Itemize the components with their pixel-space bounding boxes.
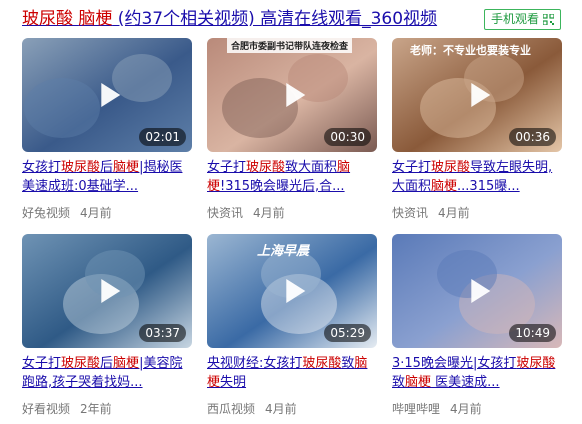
title-text: !315晚会曝光后,合... bbox=[220, 179, 345, 194]
title-keyword: 玻尿酸 bbox=[516, 356, 556, 371]
video-source: 好兔视频 bbox=[22, 206, 71, 220]
video-card[interactable]: 03:37 女子打玻尿酸后脑梗|美容院跑路,孩子哭着找妈... 好看视频 2年前 bbox=[22, 234, 192, 424]
title-text: 后 bbox=[100, 160, 114, 175]
video-source: 好看视频 bbox=[22, 402, 71, 416]
title-text: 女子打 bbox=[392, 160, 432, 175]
title-text: 3·15晚会曝光|女孩打 bbox=[392, 356, 517, 371]
title-keyword: 脑梗 bbox=[431, 179, 458, 194]
title-text: 致大面积 bbox=[285, 160, 338, 175]
video-card[interactable]: 10:49 3·15晚会曝光|女孩打玻尿酸致脑梗 医美速成... 哔哩哔哩 4月前 bbox=[392, 234, 562, 424]
title-keyword: 脑梗 bbox=[113, 160, 140, 175]
video-time: 4月前 bbox=[80, 206, 112, 220]
video-meta: 好看视频 2年前 bbox=[22, 400, 122, 417]
video-meta: 快资讯 4月前 bbox=[207, 204, 295, 221]
video-duration: 02:01 bbox=[139, 128, 186, 146]
video-time: 4月前 bbox=[438, 206, 470, 220]
video-source: 快资讯 bbox=[207, 206, 244, 220]
video-time: 4月前 bbox=[253, 206, 285, 220]
video-thumbnail[interactable]: 上海早晨 05:29 bbox=[207, 234, 377, 348]
play-icon[interactable] bbox=[99, 278, 121, 304]
video-meta: 西瓜视频 4月前 bbox=[207, 400, 307, 417]
video-meta: 哔哩哔哩 4月前 bbox=[392, 400, 492, 417]
video-meta: 快资讯 4月前 bbox=[392, 204, 480, 221]
title-text: 医美速成... bbox=[431, 375, 500, 390]
video-card[interactable]: 上海早晨 05:29 央视财经:女孩打玻尿酸致脑梗失明西瓜视频 4月前 bbox=[207, 234, 377, 424]
play-icon[interactable] bbox=[469, 82, 491, 108]
title-keyword: 玻尿酸 bbox=[246, 160, 286, 175]
qr-code-icon bbox=[543, 14, 554, 25]
title-keyword: 玻尿酸 bbox=[61, 160, 101, 175]
video-title-link[interactable]: 央视财经:女孩打玻尿酸致脑梗失明 bbox=[207, 354, 377, 392]
title-keyword: 玻尿酸 bbox=[431, 160, 471, 175]
video-thumbnail[interactable]: 03:37 bbox=[22, 234, 192, 348]
video-card[interactable]: 老师：不专业也要装专业 00:36 女子打玻尿酸导致左眼失明,大面积脑梗...315… bbox=[392, 38, 562, 228]
title-keyword: 脑梗 bbox=[405, 375, 432, 390]
video-duration: 03:37 bbox=[139, 324, 186, 342]
title-keyword-1: 玻尿酸 bbox=[22, 9, 73, 29]
title-text: 央视财经:女孩打 bbox=[207, 356, 303, 371]
video-title-link[interactable]: 3·15晚会曝光|女孩打玻尿酸致脑梗 医美速成... bbox=[392, 354, 562, 392]
video-source: 哔哩哔哩 bbox=[392, 402, 441, 416]
play-icon[interactable] bbox=[284, 82, 306, 108]
mobile-watch-button[interactable]: 手机观看 bbox=[483, 9, 561, 30]
title-keyword-2: 脑梗 bbox=[78, 9, 113, 29]
title-keyword: 脑梗 bbox=[113, 356, 140, 371]
video-thumbnail[interactable]: 老师：不专业也要装专业 00:36 bbox=[392, 38, 562, 152]
title-rest: (约37个相关视频) 高清在线观看_360视频 bbox=[112, 9, 438, 29]
thumbnail-caption: 上海早晨 bbox=[257, 244, 310, 259]
video-time: 4月前 bbox=[265, 402, 297, 416]
video-meta: 好兔视频 4月前 bbox=[22, 204, 122, 221]
video-card[interactable]: 合肥市委副书记带队连夜检查 00:30 女子打玻尿酸致大面积脑梗!315晚会曝光后,… bbox=[207, 38, 377, 228]
title-text: 失明 bbox=[220, 375, 247, 390]
title-text: 致 bbox=[392, 375, 406, 390]
play-icon[interactable] bbox=[99, 82, 121, 108]
video-title-link[interactable]: 女子打玻尿酸后脑梗|美容院跑路,孩子哭着找妈... bbox=[22, 354, 192, 392]
video-thumbnail[interactable]: 02:01 bbox=[22, 38, 192, 152]
video-title-link[interactable]: 女孩打玻尿酸后脑梗|揭秘医美速成班:0基础学... bbox=[22, 158, 192, 196]
result-title-link[interactable]: 玻尿酸 脑梗 (约37个相关视频) 高清在线观看_360视频 bbox=[22, 8, 437, 30]
title-keyword: 玻尿酸 bbox=[61, 356, 101, 371]
thumbnail-caption: 合肥市委副书记带队连夜检查 bbox=[227, 38, 353, 53]
video-duration: 00:30 bbox=[324, 128, 371, 146]
result-header: 玻尿酸 脑梗 (约37个相关视频) 高清在线观看_360视频 手机观看 bbox=[22, 8, 567, 32]
play-icon[interactable] bbox=[469, 278, 491, 304]
title-text: 致 bbox=[341, 356, 355, 371]
video-thumbnail[interactable]: 合肥市委副书记带队连夜检查 00:30 bbox=[207, 38, 377, 152]
video-source: 快资讯 bbox=[392, 206, 429, 220]
video-thumbnail[interactable]: 10:49 bbox=[392, 234, 562, 348]
title-text: 女子打 bbox=[207, 160, 247, 175]
video-duration: 05:29 bbox=[324, 324, 371, 342]
title-keyword: 玻尿酸 bbox=[302, 356, 342, 371]
video-card[interactable]: 02:01 女孩打玻尿酸后脑梗|揭秘医美速成班:0基础学... 好兔视频 4月前 bbox=[22, 38, 192, 228]
video-duration: 10:49 bbox=[509, 324, 556, 342]
title-text: ...315曝... bbox=[457, 179, 520, 194]
thumbnail-caption: 老师：不专业也要装专业 bbox=[410, 44, 531, 57]
play-icon[interactable] bbox=[284, 278, 306, 304]
title-text: 女子打 bbox=[22, 356, 62, 371]
video-time: 4月前 bbox=[450, 402, 482, 416]
video-source: 西瓜视频 bbox=[207, 402, 256, 416]
video-duration: 00:36 bbox=[509, 128, 556, 146]
video-title-link[interactable]: 女子打玻尿酸导致左眼失明,大面积脑梗...315曝... bbox=[392, 158, 562, 196]
video-time: 2年前 bbox=[80, 402, 112, 416]
video-title-link[interactable]: 女子打玻尿酸致大面积脑梗!315晚会曝光后,合... bbox=[207, 158, 377, 196]
title-text: 女孩打 bbox=[22, 160, 62, 175]
mobile-watch-label: 手机观看 bbox=[490, 12, 539, 26]
title-text: 后 bbox=[100, 356, 114, 371]
